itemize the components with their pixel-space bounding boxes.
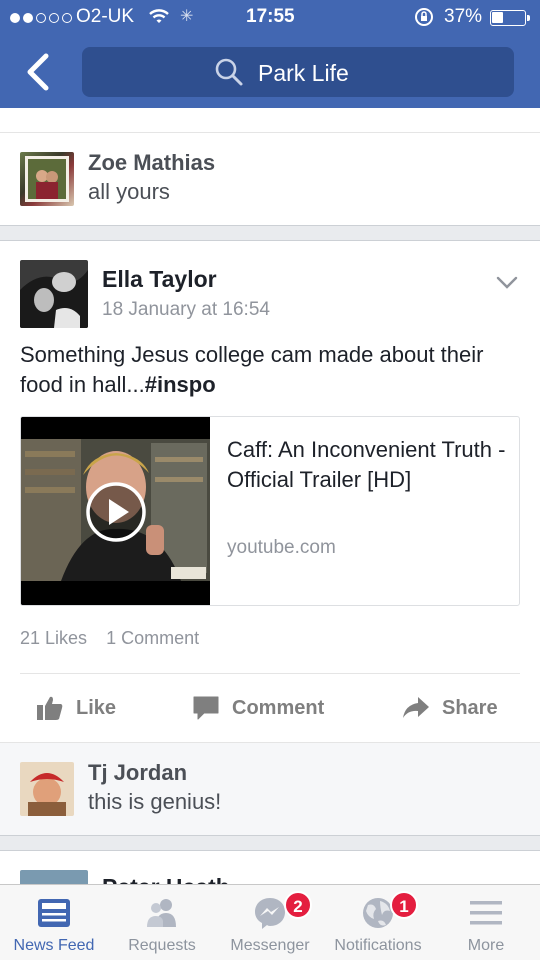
battery-icon: [490, 10, 530, 26]
divider: [0, 835, 540, 836]
rotation-lock-icon: [415, 8, 433, 26]
share-button[interactable]: Share: [402, 692, 498, 724]
post-text: Something Jesus college cam made about t…: [20, 340, 520, 400]
comment-card: Zoe Mathias all yours: [0, 108, 540, 226]
notification-badge: 1: [390, 891, 418, 919]
comment-card: [0, 742, 540, 836]
commenter-name[interactable]: Tj Jordan: [88, 760, 187, 786]
wifi-icon: [149, 9, 169, 23]
battery-percent: 37%: [444, 6, 483, 27]
link-preview[interactable]: Caff: An Inconvenient Truth - Official T…: [20, 416, 520, 606]
tab-bar: News Feed Requests 2 Messenger 1 Notific…: [0, 884, 540, 960]
link-domain: youtube.com: [227, 537, 336, 558]
commenter-name[interactable]: Zoe Mathias: [88, 150, 215, 176]
like-label: Like: [76, 696, 117, 719]
share-arrow-icon: [403, 697, 429, 718]
comment-text: this is genius!: [88, 789, 222, 814]
tab-more[interactable]: More: [432, 885, 540, 960]
tab-requests[interactable]: Requests: [108, 885, 216, 960]
post-author[interactable]: Ella Taylor: [102, 266, 217, 293]
tab-label: Notifications: [334, 937, 422, 954]
messenger-icon: [255, 898, 285, 929]
hashtag-link[interactable]: #inspo: [145, 372, 216, 397]
news-feed-icon: [38, 899, 70, 927]
tab-news-feed[interactable]: News Feed: [0, 885, 108, 960]
post-stats: 21 Likes 1 Comment: [20, 628, 213, 649]
link-title[interactable]: Caff: An Inconvenient Truth - Official T…: [227, 435, 507, 495]
avatar[interactable]: [20, 762, 74, 816]
status-time: 17:55: [246, 6, 295, 27]
tab-label: Requests: [128, 937, 196, 954]
search-query: Park Life: [258, 60, 349, 86]
tab-messenger[interactable]: 2 Messenger: [216, 885, 324, 960]
status-bar: O2-UK ✳ 17:55 37%: [0, 0, 540, 36]
comment-label: Comment: [232, 696, 325, 719]
tab-label: More: [467, 937, 505, 954]
battery-level: [492, 12, 504, 23]
notification-badge: 2: [284, 891, 312, 919]
post-timestamp[interactable]: 18 January at 16:54: [102, 299, 270, 321]
divider: [20, 673, 520, 674]
tab-notifications[interactable]: 1 Notifications: [324, 885, 432, 960]
search-icon: [215, 58, 243, 86]
divider: [0, 850, 540, 851]
menu-icon: [470, 901, 502, 925]
divider: [0, 742, 540, 743]
search-bar[interactable]: Park Life: [82, 47, 514, 97]
signal-strength-icon: [10, 13, 72, 23]
friend-requests-icon: [147, 899, 176, 927]
comment-text: all yours: [88, 179, 170, 204]
avatar[interactable]: [20, 152, 74, 206]
author-avatar[interactable]: [20, 260, 88, 328]
chevron-left-icon[interactable]: [24, 52, 52, 92]
carrier-name: O2-UK: [76, 6, 135, 27]
divider: [0, 132, 540, 133]
top-bar: O2-UK ✳ 17:55 37% Park Life: [0, 0, 540, 108]
share-label: Share: [442, 696, 498, 719]
comment-button[interactable]: Comment: [192, 692, 324, 724]
thumbs-up-icon: [37, 696, 63, 720]
chevron-down-icon[interactable]: [496, 276, 518, 290]
play-icon[interactable]: [85, 481, 147, 543]
like-button[interactable]: Like: [36, 692, 116, 724]
tab-label: Messenger: [230, 937, 310, 954]
comments-count[interactable]: 1 Comment: [106, 628, 199, 648]
video-thumbnail[interactable]: [21, 417, 210, 605]
speech-bubble-icon: [193, 696, 219, 720]
divider: [0, 225, 540, 226]
post-text-body: Something Jesus college cam made about t…: [20, 342, 484, 397]
likes-count[interactable]: 21 Likes: [20, 628, 87, 648]
tab-label: News Feed: [13, 937, 95, 954]
divider: [0, 240, 540, 241]
activity-spinner-icon: ✳: [180, 8, 194, 25]
